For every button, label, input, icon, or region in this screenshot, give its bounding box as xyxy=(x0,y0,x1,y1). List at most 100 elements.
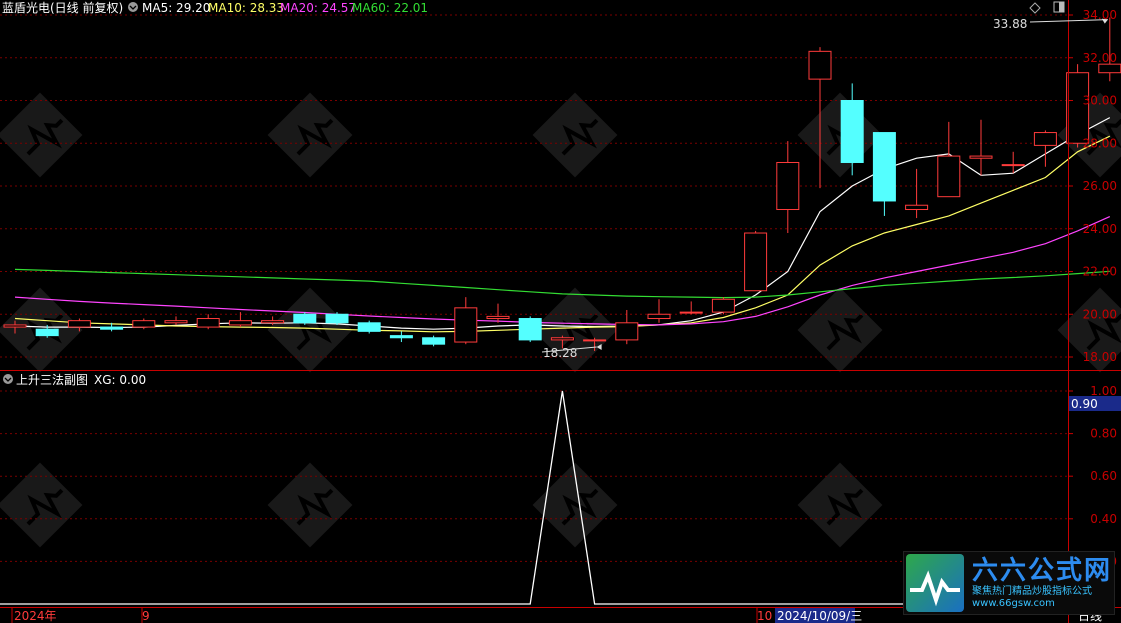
candle xyxy=(389,331,413,343)
candle-body xyxy=(905,204,929,211)
stock-title: 蓝盾光电(日线 前复权) xyxy=(2,0,123,15)
candle-body xyxy=(776,161,800,211)
candle-body xyxy=(550,337,574,341)
candle xyxy=(744,230,768,292)
candle-body xyxy=(389,335,413,339)
candle-body xyxy=(454,307,478,343)
candle xyxy=(647,299,671,323)
candle-body xyxy=(518,318,542,341)
high-price-label: 33.88 xyxy=(993,17,1027,31)
candle-body xyxy=(1066,72,1090,144)
watermark-8 xyxy=(797,287,883,373)
ma20-label: MA20: 24.57 xyxy=(280,1,356,15)
y-tick-label: 24.00 xyxy=(1083,222,1117,236)
y-tick-label: 20.00 xyxy=(1083,307,1117,321)
candle-body xyxy=(1033,132,1057,146)
logo-name: 六六公式网 xyxy=(972,556,1113,586)
watermark-1 xyxy=(267,92,353,178)
candle-body xyxy=(1098,63,1121,74)
candle-body xyxy=(840,100,864,163)
sub-dropdown-icon[interactable] xyxy=(3,374,13,384)
candle xyxy=(872,132,896,216)
kline-chart[interactable]: 18.00 20.00 22.00 24.00 26.00 28.00 30.00 32.00… xyxy=(0,0,1121,623)
candle xyxy=(228,312,252,328)
watermark-0 xyxy=(0,92,83,178)
candle-body xyxy=(3,324,27,328)
candle-body xyxy=(35,328,59,337)
low-price-label: 18.28 xyxy=(543,346,577,360)
candle xyxy=(1033,130,1057,167)
candle-body xyxy=(357,322,381,332)
grid-layer xyxy=(0,14,1068,562)
ma10-label: MA10: 28.33 xyxy=(208,1,284,15)
candle xyxy=(486,303,510,323)
candle-body xyxy=(132,320,156,328)
candle xyxy=(969,119,993,176)
candle xyxy=(905,168,929,219)
sub-y-tick-label: 0.80 xyxy=(1090,427,1117,441)
candle xyxy=(679,301,703,315)
logo-mark-icon xyxy=(906,554,964,612)
candle xyxy=(357,320,381,334)
candle-body xyxy=(486,315,510,320)
watermark-10 xyxy=(0,462,83,548)
candle xyxy=(711,297,735,315)
candle xyxy=(518,316,542,343)
sub-indicator-value: XG: 0.00 xyxy=(94,373,146,387)
candle-body xyxy=(808,50,832,80)
year-label: 2024年 xyxy=(14,609,57,623)
candle-body xyxy=(615,322,639,341)
sub-indicator-name: 上升三法副图 xyxy=(16,373,88,387)
candle-body xyxy=(228,320,252,326)
candle xyxy=(196,314,220,330)
site-logo: 六六公式网 聚焦热门精品炒股指标公式 www.66gsw.com xyxy=(903,551,1115,615)
watermark-11 xyxy=(267,462,353,548)
watermark-2 xyxy=(532,92,618,178)
ma60-label: MA60: 22.01 xyxy=(352,1,428,15)
logo-slogan: 聚焦热门精品炒股指标公式 xyxy=(972,586,1092,597)
candle xyxy=(1098,17,1121,82)
ma-line-ma60 xyxy=(14,268,1110,299)
candle xyxy=(325,312,349,325)
candle-body xyxy=(422,337,446,345)
candle-body xyxy=(196,318,220,328)
candle xyxy=(293,312,317,325)
candle-body xyxy=(679,311,703,314)
sub-y-tick-label: 0.60 xyxy=(1090,469,1117,483)
watermark-6 xyxy=(267,287,353,373)
current-value-label: 0.90 xyxy=(1071,397,1098,411)
candle-body xyxy=(261,320,285,324)
candle-body xyxy=(969,155,993,159)
candle-body xyxy=(711,298,735,313)
y-tick-label: 22.00 xyxy=(1083,265,1117,279)
sub-y-tick-label: 1.00 xyxy=(1090,384,1117,398)
candle-body xyxy=(325,313,349,324)
dropdown-icon[interactable] xyxy=(128,2,138,12)
candle-body xyxy=(937,155,961,198)
candle xyxy=(937,121,961,198)
candle-body xyxy=(100,326,124,330)
month-9-label: 9 xyxy=(142,609,150,623)
sub-y-tick-label: 0.40 xyxy=(1090,512,1117,526)
y-tick-label: 30.00 xyxy=(1083,94,1117,108)
y-tick-label: 18.00 xyxy=(1083,350,1117,364)
logo-url: www.66gsw.com xyxy=(972,598,1055,609)
candle-body xyxy=(647,313,671,320)
candle-body xyxy=(164,320,188,324)
watermark-13 xyxy=(797,462,883,548)
ma5-label: MA5: 29.20 xyxy=(142,1,210,15)
candle xyxy=(776,141,800,234)
candle-body xyxy=(872,132,896,202)
candle-body xyxy=(67,320,91,328)
candle xyxy=(1001,151,1025,174)
candle xyxy=(164,316,188,325)
candle xyxy=(454,297,478,345)
candle-body xyxy=(1001,164,1025,167)
candle-body xyxy=(744,232,768,292)
y-tick-label: 26.00 xyxy=(1083,179,1117,193)
candle xyxy=(615,309,639,345)
candle-body xyxy=(583,339,607,342)
month-10-label: 10 xyxy=(757,609,772,623)
diamond-icon[interactable] xyxy=(1029,2,1041,14)
candle-body xyxy=(293,313,317,324)
